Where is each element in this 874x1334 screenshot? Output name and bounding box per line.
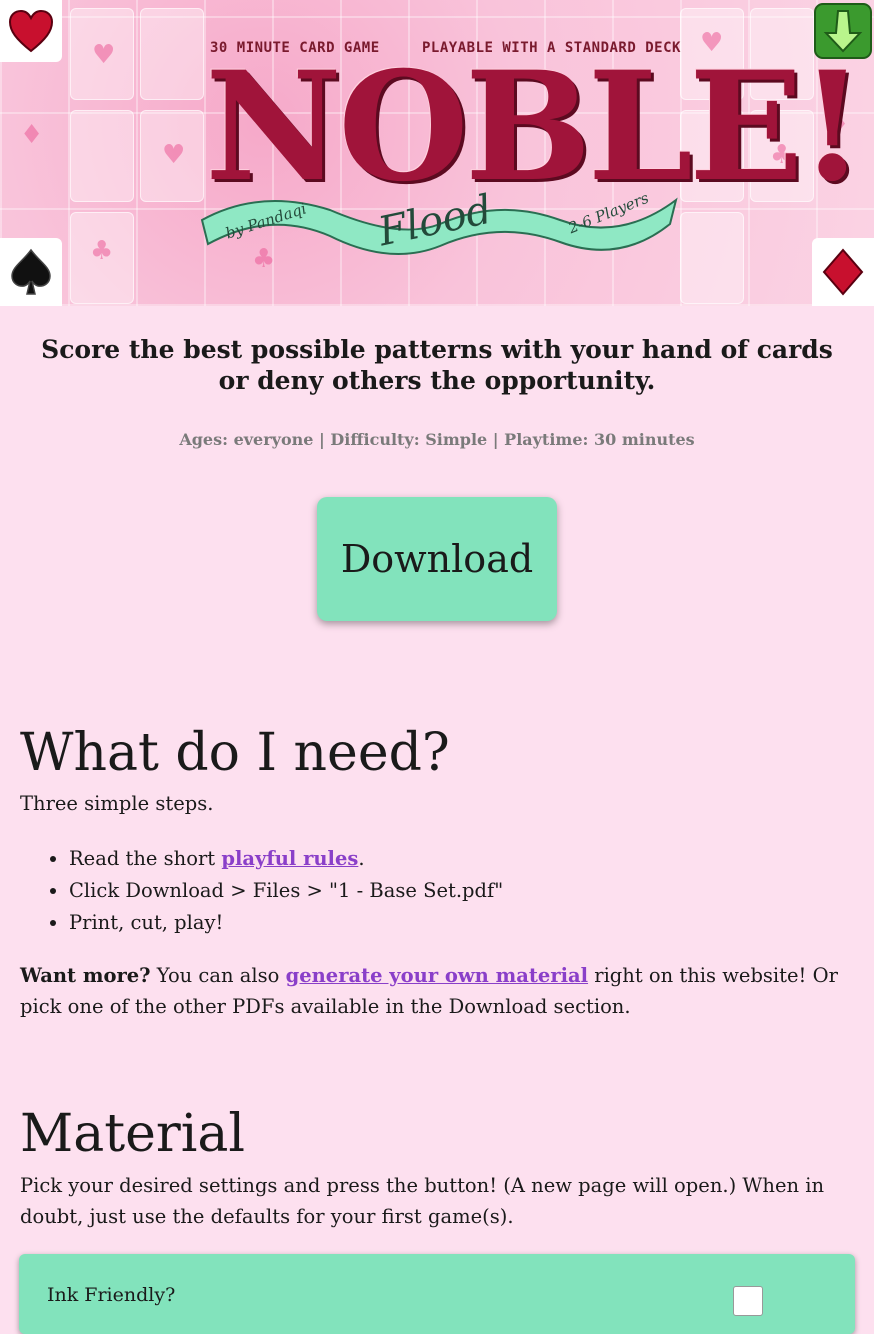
- subtitle-line-2: or deny others the opportunity.: [218, 366, 656, 395]
- game-tagline: Score the best possible patterns with yo…: [0, 334, 874, 396]
- bg-card: [140, 8, 204, 100]
- diamond-icon: ♦: [20, 120, 44, 150]
- club-icon: ♣: [90, 236, 114, 266]
- material-heading: Material: [20, 1104, 246, 1164]
- spade-icon: [11, 248, 51, 295]
- diamond-corner: [812, 238, 874, 306]
- list-item: Click Download > Files > "1 - Base Set.p…: [69, 875, 503, 907]
- heart-icon: [8, 9, 54, 53]
- steps-list: Read the short playful rules. Click Down…: [20, 843, 503, 939]
- need-lead-text: Three simple steps.: [20, 792, 214, 815]
- material-lead-text: Pick your desired settings and press the…: [20, 1174, 825, 1228]
- want-more-paragraph: Want more? You can also generate your ow…: [20, 964, 838, 1018]
- heart-icon: ♥: [92, 40, 116, 70]
- spade-corner: [0, 238, 62, 306]
- diamond-icon: [822, 248, 864, 296]
- settings-panel: Ink Friendly?: [19, 1254, 855, 1334]
- subtitle-line-1: Score the best possible patterns with yo…: [41, 335, 833, 364]
- header-banner: ♥ ♥ ♥ ♣ ♣ ♣ ♦ ♦ 30 MINUTE CARD GAME PLAY…: [0, 0, 874, 306]
- bg-card: [680, 212, 744, 304]
- ink-friendly-checkbox[interactable]: [733, 1286, 763, 1316]
- list-item: Read the short playful rules.: [69, 843, 503, 875]
- heart-icon: ♥: [162, 140, 186, 170]
- what-do-i-need-heading: What do I need?: [20, 723, 450, 783]
- generate-material-link[interactable]: generate your own material: [286, 964, 588, 987]
- heart-corner: [0, 0, 62, 62]
- download-button[interactable]: Download: [317, 497, 557, 621]
- bg-card: [70, 110, 134, 202]
- ink-friendly-label: Ink Friendly?: [47, 1284, 176, 1306]
- game-meta-info: Ages: everyone | Difficulty: Simple | Pl…: [179, 430, 695, 449]
- want-more-bold: Want more?: [20, 964, 151, 987]
- logo-exclaim: !: [799, 39, 865, 215]
- list-item: Print, cut, play!: [69, 907, 503, 939]
- playful-rules-link[interactable]: playful rules: [221, 847, 358, 870]
